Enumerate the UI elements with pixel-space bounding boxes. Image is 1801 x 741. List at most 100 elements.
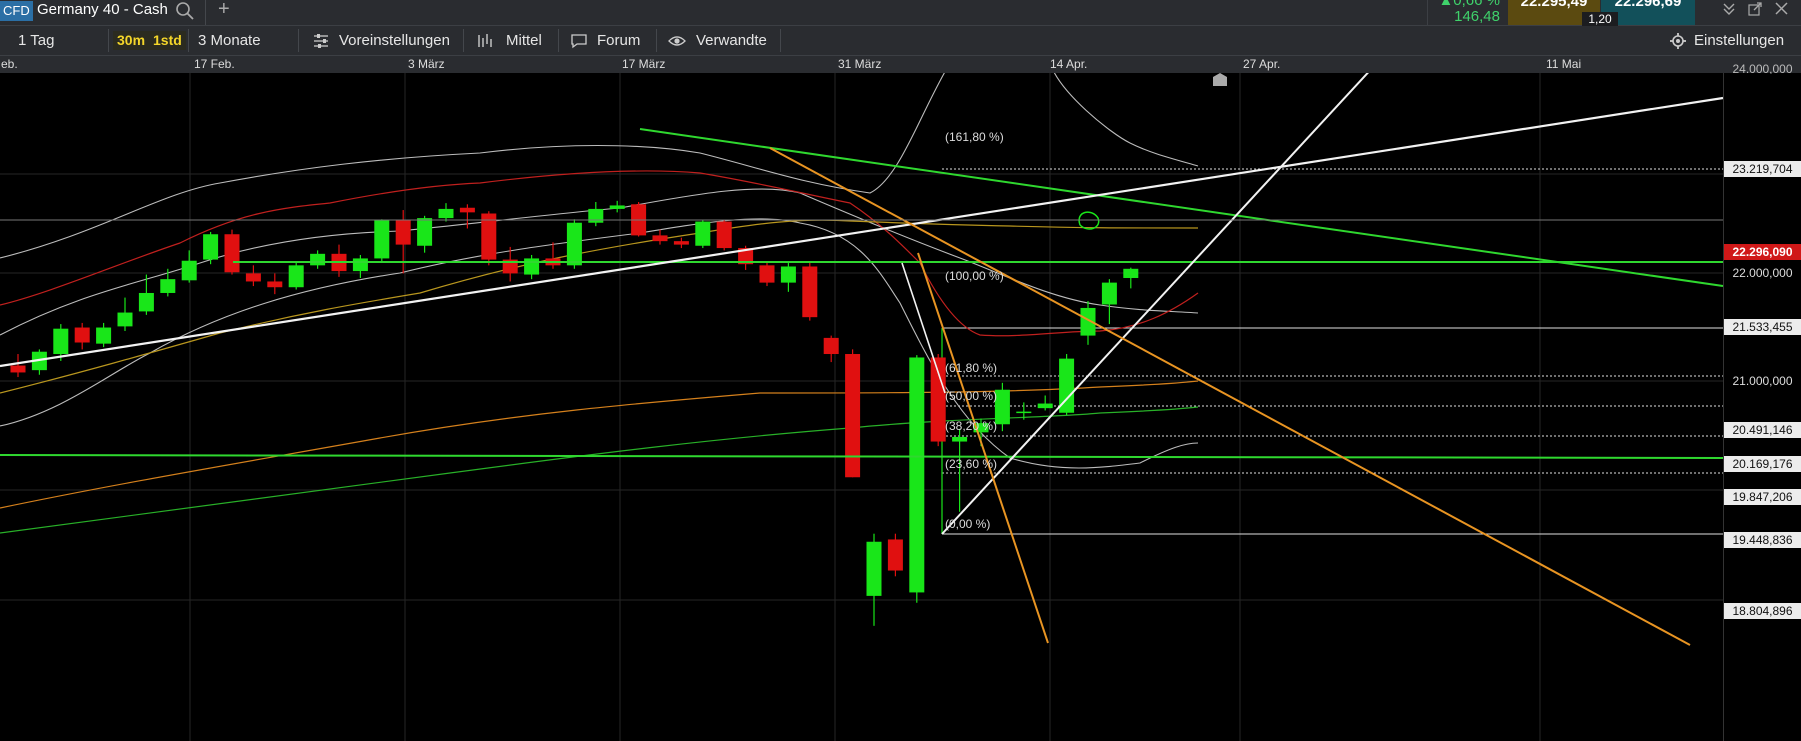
chart-application: CFD Germany 40 - Cash + ▲0,66 % 146,48 2… xyxy=(0,0,1801,741)
price-grid-label: 21.000,000 xyxy=(1732,374,1793,388)
bullish-candle xyxy=(417,218,433,246)
date-axis-label: 17 Feb. xyxy=(194,57,235,71)
ascending-trend-line[interactable] xyxy=(0,96,1724,368)
orange-steep-line[interactable] xyxy=(917,252,1049,644)
bearish-candle xyxy=(224,234,240,273)
bullish-candle xyxy=(609,205,625,209)
toolbar-divider xyxy=(780,29,781,52)
price-level-label: 18.804,896 xyxy=(1724,603,1801,619)
toolbar-divider xyxy=(463,29,464,52)
date-axis-label: 3 März xyxy=(408,57,445,71)
circle-annotation[interactable] xyxy=(1078,211,1100,230)
date-axis-label: 31 März xyxy=(838,57,882,71)
toolbar-divider xyxy=(298,29,299,52)
related-button[interactable]: Verwandte xyxy=(696,26,767,55)
chart-toolbar: 1 Tag 30m 1std 3 Monate Voreinstellungen… xyxy=(0,26,1801,56)
tab-divider xyxy=(205,0,206,25)
interval-1std-button[interactable]: 1std xyxy=(149,31,186,50)
bearish-candle xyxy=(673,241,689,245)
bullish-candle xyxy=(53,328,69,355)
price-level-label: 20.169,176 xyxy=(1724,456,1801,472)
price-chart[interactable] xyxy=(0,73,1801,741)
moving-averages xyxy=(0,170,1199,534)
bearish-candle xyxy=(267,281,283,288)
bullish-candle xyxy=(181,260,197,281)
bearish-candle xyxy=(759,265,775,283)
close-icon[interactable] xyxy=(1771,0,1793,18)
bullish-candle xyxy=(1016,411,1032,414)
bullish-candle xyxy=(160,279,176,293)
search-icon[interactable] xyxy=(175,1,195,21)
bearish-candle xyxy=(245,273,261,282)
bearish-candle xyxy=(652,235,668,242)
title-bar: CFD Germany 40 - Cash + ▲0,66 % 146,48 2… xyxy=(0,0,1801,26)
bullish-candle xyxy=(288,265,304,288)
indicator-icon xyxy=(478,34,492,47)
price-level-label: 19.448,836 xyxy=(1724,532,1801,548)
settings-button[interactable]: Einstellungen xyxy=(1694,26,1784,55)
interval-30m-button[interactable]: 30m xyxy=(113,31,150,50)
bullish-candle xyxy=(138,292,154,312)
date-axis-label: 11 Mai xyxy=(1546,57,1582,71)
fib-label-61: (61,80 %) xyxy=(945,361,998,375)
bullish-candle xyxy=(1123,268,1139,279)
price-axis-label-top: 24.000,000 xyxy=(1732,64,1793,74)
range-button[interactable]: 3 Monate xyxy=(198,26,261,55)
change-display: ▲0,66 % 146,48 xyxy=(1427,0,1504,25)
bullish-candle xyxy=(994,389,1010,425)
forum-button[interactable]: Forum xyxy=(597,26,640,55)
bullish-candle xyxy=(117,312,133,327)
indicators-button[interactable]: Mittel xyxy=(506,26,542,55)
current-price-label: 22.296,090 xyxy=(1724,244,1801,260)
pop-out-icon[interactable] xyxy=(1744,0,1766,18)
fib-label-161: (161,80 %) xyxy=(945,130,1004,144)
horizontal-support-line-lower[interactable] xyxy=(0,454,1724,459)
presets-button[interactable]: Voreinstellungen xyxy=(339,26,450,55)
price-level-label: 21.533,455 xyxy=(1724,319,1801,335)
fib-label-38: (38,20 %) xyxy=(945,419,998,433)
bullish-candle xyxy=(438,208,454,219)
toolbar-divider xyxy=(188,29,189,52)
steep-support-line[interactable] xyxy=(941,73,1375,535)
fib-label-50: (50,00 %) xyxy=(945,389,998,403)
bullish-candle xyxy=(780,266,796,283)
spread-value: 1,20 xyxy=(1582,12,1618,26)
bearish-candle xyxy=(887,539,903,571)
sliders-icon xyxy=(314,34,328,48)
price-grid-label: 22.000,000 xyxy=(1732,266,1793,280)
bearish-candle xyxy=(395,220,411,245)
date-axis-label: 27 Apr. xyxy=(1243,57,1281,71)
fib-label-23: (23,60 %) xyxy=(945,457,998,471)
fib-label-100: (100,00 %) xyxy=(945,269,1004,283)
gear-icon xyxy=(1670,33,1686,49)
bullish-candle xyxy=(524,258,540,275)
bullish-candle xyxy=(203,234,219,260)
sell-price: 22.295,49 xyxy=(1520,0,1588,10)
bearish-candle xyxy=(10,365,26,373)
bullish-candle xyxy=(695,221,711,246)
bollinger-bands xyxy=(0,73,1199,469)
date-axis-label: 17 März xyxy=(622,57,666,71)
toolbar-divider xyxy=(656,29,657,52)
date-axis-label: eb. xyxy=(1,57,18,71)
fibonacci-levels[interactable] xyxy=(941,168,1723,535)
trend-lines[interactable] xyxy=(0,73,1724,646)
bullish-candle xyxy=(352,258,368,272)
bullish-candle xyxy=(909,357,925,593)
toolbar-divider xyxy=(558,29,559,52)
bullish-candle xyxy=(1101,282,1117,305)
double-chevron-icon[interactable] xyxy=(1718,0,1740,18)
date-axis-label: 14 Apr. xyxy=(1050,57,1088,71)
candlestick-series xyxy=(10,200,1139,626)
instrument-tab-title[interactable]: Germany 40 - Cash xyxy=(37,0,168,22)
chart-area[interactable]: (161,80 %) (100,00 %) (61,80 %) (50,00 %… xyxy=(0,73,1801,741)
timeframe-button[interactable]: 1 Tag xyxy=(18,26,54,55)
bearish-candle xyxy=(459,207,475,213)
buy-price: 22.296,69 xyxy=(1614,0,1682,10)
home-marker-icon[interactable] xyxy=(1213,73,1227,86)
bearish-candle xyxy=(74,327,90,343)
bullish-candle xyxy=(566,222,582,266)
add-tab-icon[interactable]: + xyxy=(218,0,230,19)
bullish-candle xyxy=(866,541,882,596)
cfd-badge: CFD xyxy=(0,1,33,21)
